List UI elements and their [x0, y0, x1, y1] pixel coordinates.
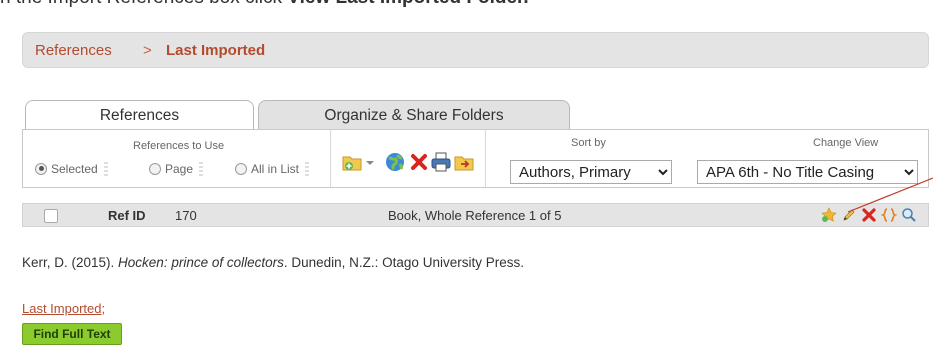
sort-by-label: Sort by	[571, 137, 606, 149]
delete-icon[interactable]	[408, 151, 430, 173]
instruction-text: n the Import References box click View L…	[0, 0, 529, 9]
radio-selected-label: Selected	[51, 162, 98, 176]
toolbar-divider	[330, 130, 331, 187]
ref-id-label: Ref ID	[108, 208, 146, 223]
references-to-use-label: References to Use	[133, 140, 225, 152]
radio-selected-indicator[interactable]	[35, 162, 47, 175]
radio-page-indicator[interactable]	[149, 162, 161, 175]
references-toolbar: References to Use Selected Page All in L…	[22, 129, 929, 188]
dropdown-arrow-icon[interactable]	[363, 151, 377, 173]
citation-title: Hocken: prince of collectors	[118, 255, 284, 270]
add-folder-icon[interactable]	[341, 151, 363, 173]
radio-all-in-list-label: All in List	[251, 162, 300, 176]
toolbar-divider	[485, 130, 486, 187]
delete-icon[interactable]	[861, 207, 877, 223]
reference-checkbox[interactable]	[44, 209, 58, 223]
instruction-emphasis: View Last Imported Folder.	[287, 0, 528, 8]
breadcrumb-separator: >	[143, 42, 152, 59]
folder-export-icon[interactable]	[453, 151, 475, 173]
change-view-label: Change View	[813, 137, 879, 149]
radio-all-in-list-indicator[interactable]	[235, 162, 247, 175]
change-view-select[interactable]: APA 6th - No Title Casing	[697, 160, 918, 184]
tab-organize-share-folders[interactable]: Organize & Share Folders	[258, 100, 570, 130]
edit-pencil-icon[interactable]	[841, 207, 857, 223]
print-icon[interactable]	[430, 151, 452, 173]
star-icon[interactable]	[821, 207, 837, 223]
magnifier-icon[interactable]	[901, 207, 917, 223]
radio-page-label: Page	[165, 162, 194, 176]
folder-line: Last Imported;	[22, 301, 106, 316]
breadcrumb: References > Last Imported	[22, 32, 929, 68]
tab-references[interactable]: References	[25, 100, 254, 130]
braces-icon[interactable]	[881, 207, 897, 223]
grip-handle	[199, 161, 204, 178]
ref-id-value: 170	[175, 208, 197, 223]
reference-header-row: Ref ID 170 Book, Whole Reference 1 of 5	[22, 203, 929, 227]
breadcrumb-current: Last Imported	[166, 42, 266, 59]
grip-handle	[305, 161, 310, 178]
sort-by-select[interactable]: Authors, Primary	[510, 160, 672, 184]
radio-all-in-list[interactable]: All in List	[235, 159, 310, 180]
last-imported-folder-link[interactable]: Last Imported	[22, 301, 102, 316]
breadcrumb-references-link[interactable]: References	[35, 42, 112, 59]
globe-icon[interactable]	[384, 151, 406, 173]
reference-type-text: Book, Whole Reference 1 of 5	[388, 208, 562, 223]
reference-citation: Kerr, D. (2015). Hocken: prince of colle…	[22, 255, 524, 270]
grip-handle	[103, 161, 108, 178]
radio-page[interactable]: Page	[149, 159, 204, 180]
find-full-text-button[interactable]: Find Full Text	[22, 323, 122, 345]
radio-selected[interactable]: Selected	[35, 159, 108, 180]
